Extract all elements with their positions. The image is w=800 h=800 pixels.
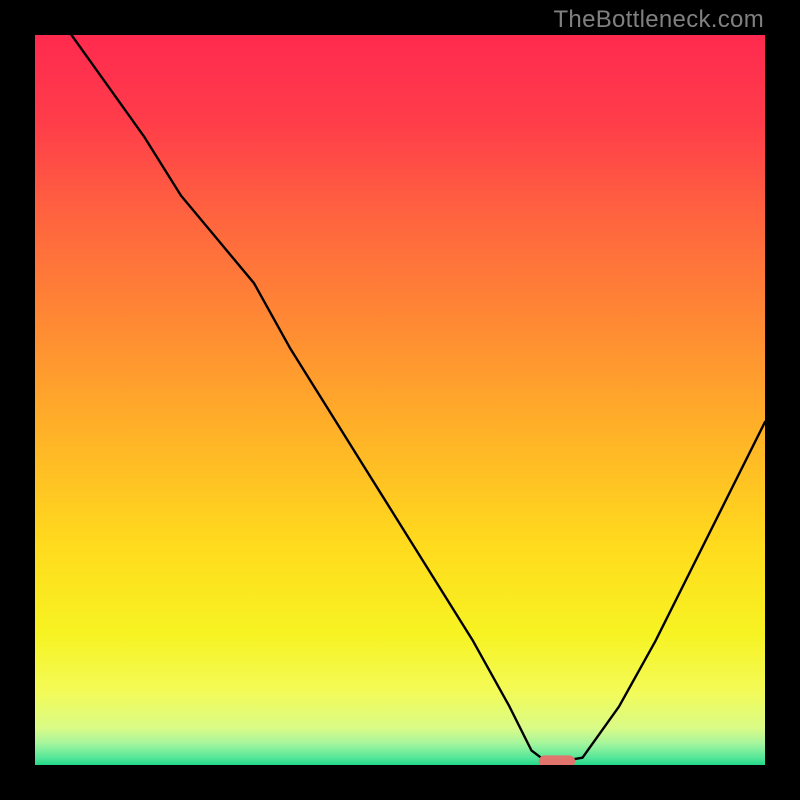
chart-svg — [35, 35, 765, 765]
highlight-marker — [539, 755, 576, 765]
watermark-text: TheBottleneck.com — [553, 6, 764, 34]
plot-area — [35, 35, 765, 765]
gradient-background — [35, 35, 765, 765]
chart-container: TheBottleneck.com — [0, 0, 800, 800]
